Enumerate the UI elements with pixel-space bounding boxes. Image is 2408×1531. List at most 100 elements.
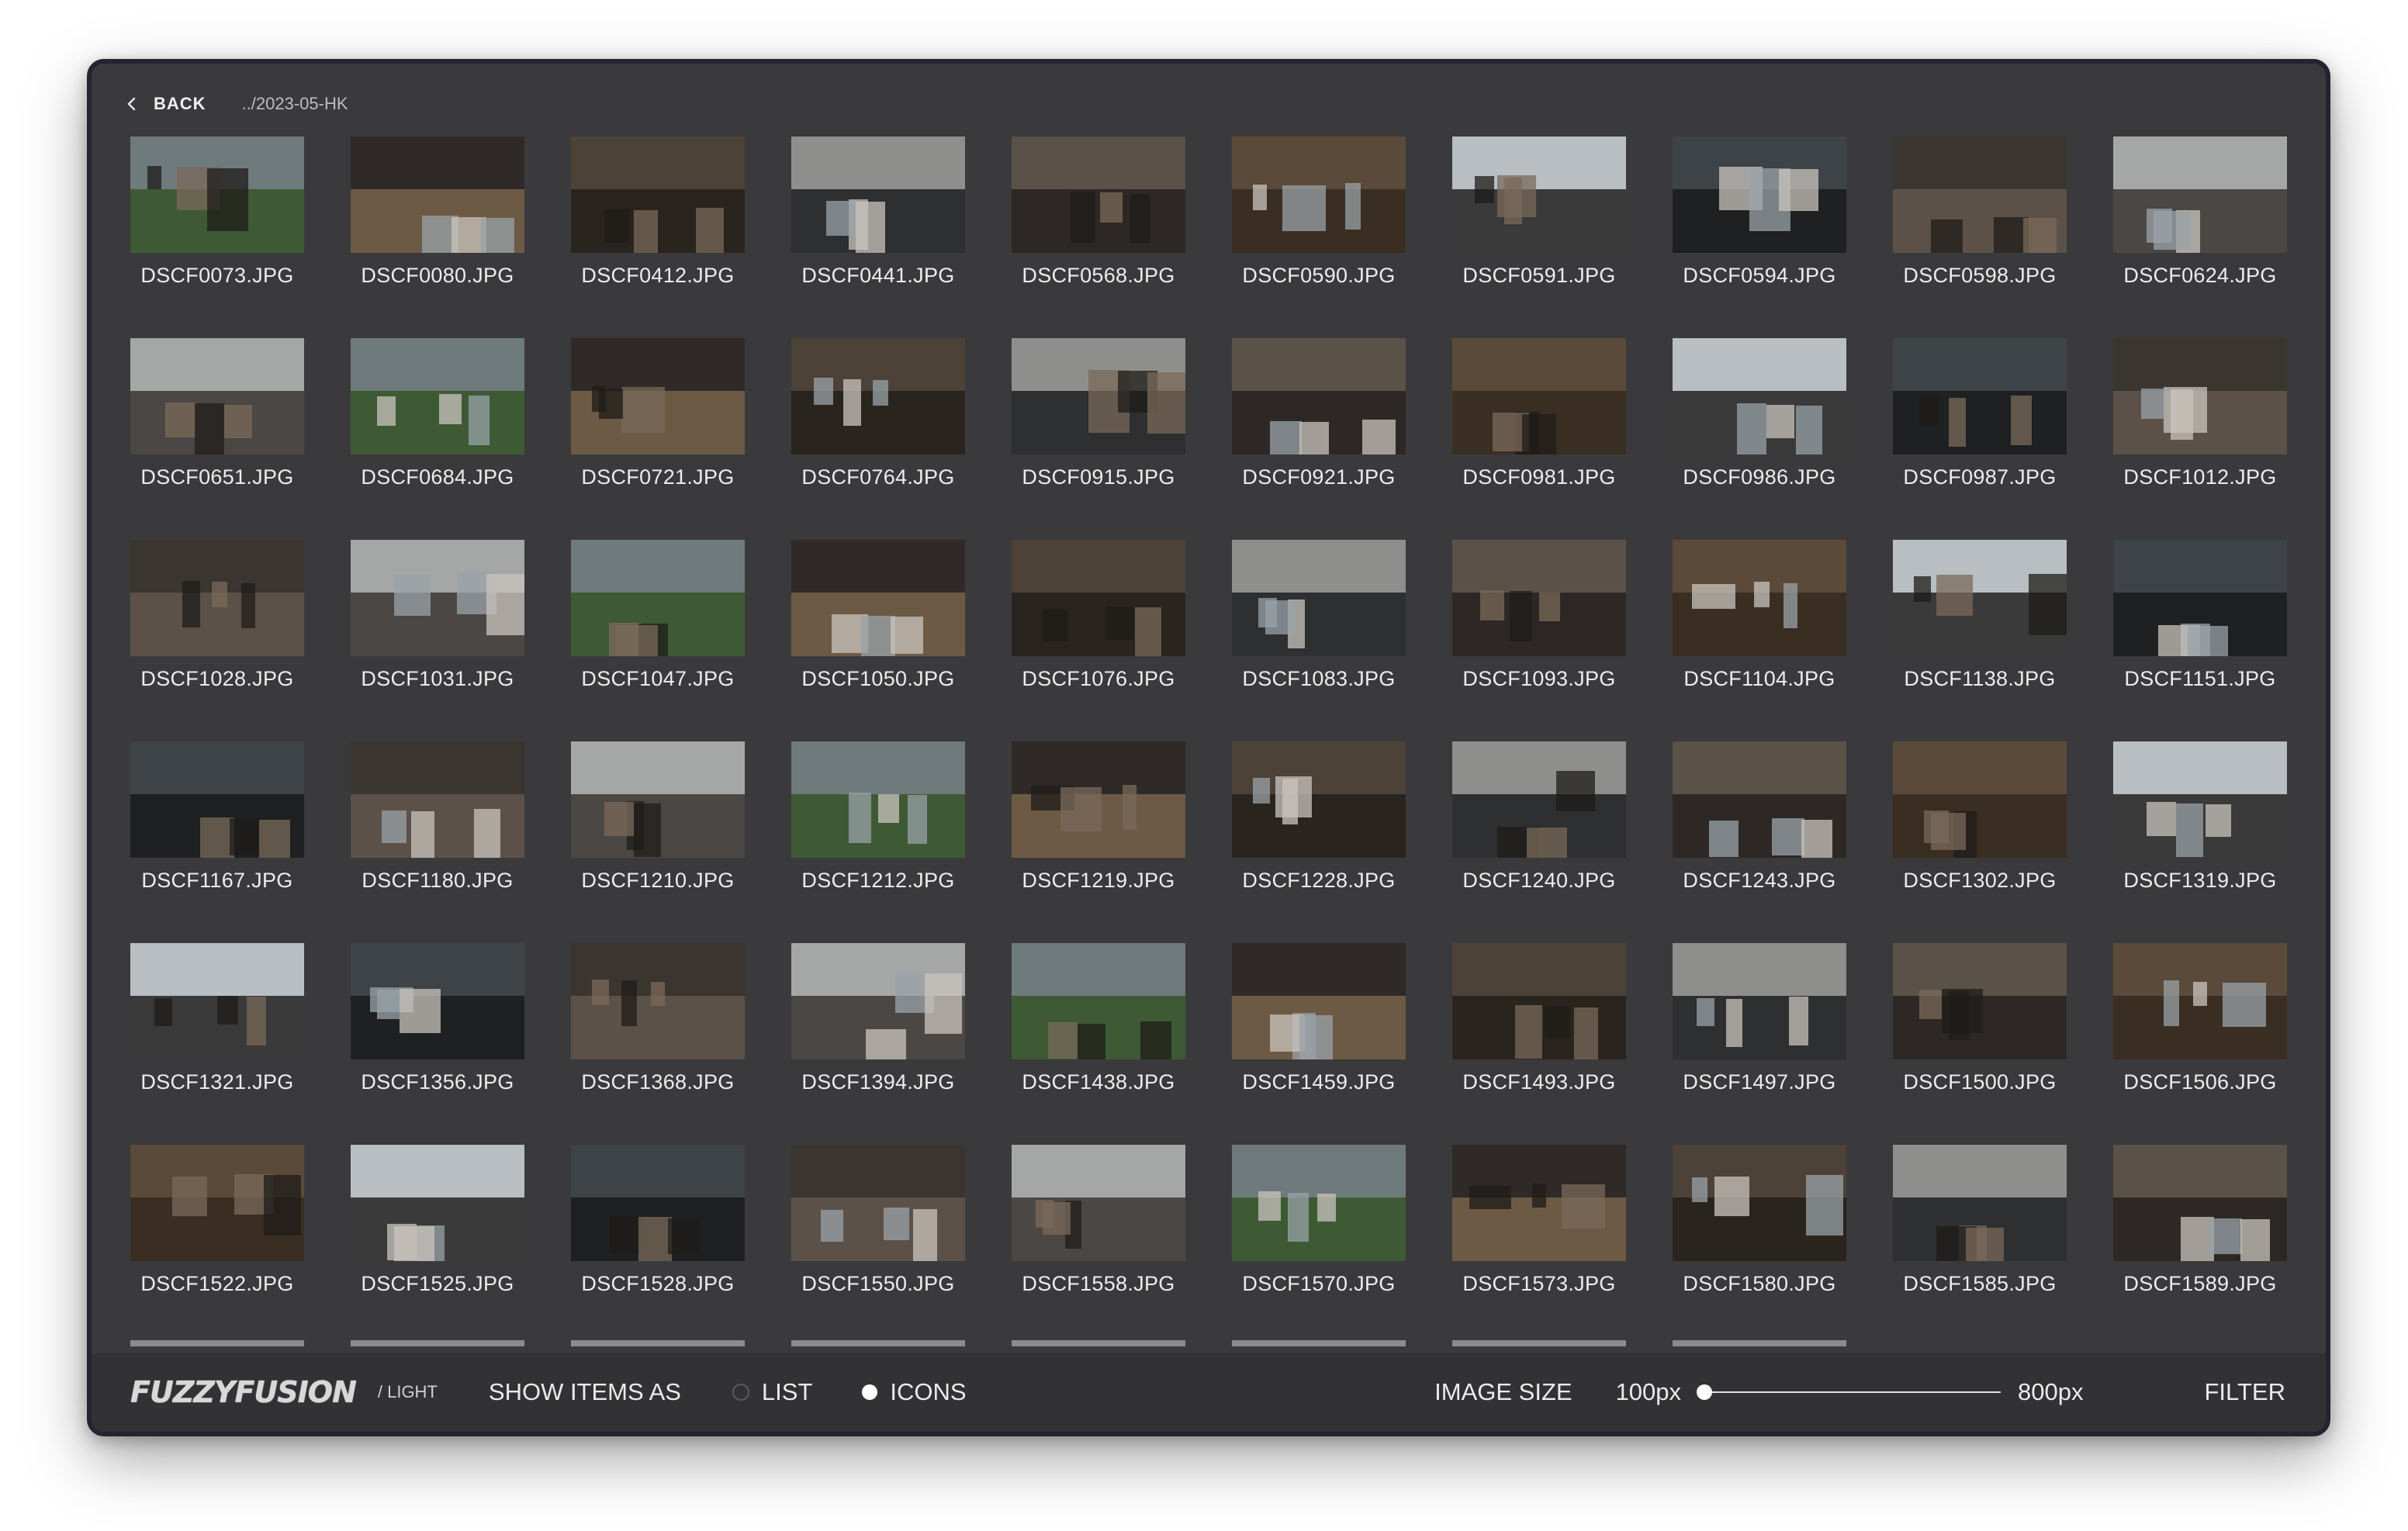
file-name: DSCF0412.JPG: [581, 264, 735, 287]
file-name: DSCF1104.JPG: [1683, 667, 1835, 690]
thumbnail-tile[interactable]: DSCF1031.JPG: [351, 540, 524, 741]
thumbnail-tile[interactable]: DSCF1580.JPG: [1673, 1145, 1846, 1346]
thumbnail-tile[interactable]: DSCF1585.JPG: [1893, 1145, 2067, 1346]
photo-thumbnail: [791, 741, 965, 858]
thumbnail-tile[interactable]: DSCF1356.JPG: [351, 943, 524, 1145]
thumbnail-tile[interactable]: DSCF1570.JPG: [1232, 1145, 1406, 1346]
thumbnail-tile[interactable]: DSCF1500.JPG: [1893, 943, 2067, 1145]
photo-thumbnail: [791, 137, 965, 253]
thumbnail-tile[interactable]: DSCF1558.JPG: [1012, 1145, 1185, 1346]
thumbnail-tile[interactable]: DSCF0412.JPG: [571, 137, 745, 338]
thumbnail-tile[interactable]: DSCF1210.JPG: [571, 741, 745, 943]
thumbnail-tile[interactable]: DSCF1228.JPG: [1232, 741, 1406, 943]
thumbnail-tile[interactable]: DSCF1589.JPG: [2113, 1145, 2287, 1346]
thumbnail-tile[interactable]: DSCF1573.JPG: [1452, 1145, 1626, 1346]
thumbnail-tile[interactable]: DSCF1506.JPG: [2113, 943, 2287, 1145]
thumbnail-tile[interactable]: DSCF1525.JPG: [351, 1145, 524, 1346]
thumbnail-tile[interactable]: DSCF0986.JPG: [1673, 338, 1846, 540]
thumbnail-tile[interactable]: DSCF0594.JPG: [1673, 137, 1846, 338]
thumbnail-tile[interactable]: DSCF0080.JPG: [351, 137, 524, 338]
thumbnail-tile[interactable]: DSCF1028.JPG: [130, 540, 304, 741]
photo-thumbnail: [2113, 1145, 2287, 1261]
thumbnail-tile[interactable]: DSCF0568.JPG: [1012, 137, 1185, 338]
thumbnail-tile[interactable]: DSCF1083.JPG: [1232, 540, 1406, 741]
filter-button[interactable]: FILTER: [2205, 1378, 2286, 1406]
thumbnail-tile[interactable]: DSCF0915.JPG: [1012, 338, 1185, 540]
thumbnail-tile[interactable]: DSCF1243.JPG: [1673, 741, 1846, 943]
thumbnail-tile[interactable]: DSCF1012.JPG: [2113, 338, 2287, 540]
thumbnail-tile[interactable]: DSCF1076.JPG: [1012, 540, 1185, 741]
thumbnail-tile[interactable]: DSCF0684.JPG: [351, 338, 524, 540]
image-size-slider[interactable]: [1697, 1384, 2001, 1400]
photo-thumbnail: [791, 943, 965, 1059]
image-size-max: 800px: [2018, 1378, 2084, 1405]
photo-thumbnail: [1452, 338, 1626, 454]
file-name: DSCF0684.JPG: [361, 465, 514, 489]
thumbnail-tile[interactable]: DSCF0981.JPG: [1452, 338, 1626, 540]
thumbnail-tile[interactable]: DSCF1394.JPG: [791, 943, 965, 1145]
thumbnail-tile[interactable]: DSCF1219.JPG: [1012, 741, 1185, 943]
thumbnail-tile[interactable]: DSCF1528.JPG: [571, 1145, 745, 1346]
file-name: DSCF0987.JPG: [1903, 465, 2057, 489]
thumbnail-tile[interactable]: DSCF1050.JPG: [791, 540, 965, 741]
back-button[interactable]: BACK: [121, 93, 206, 115]
thumbnail-tile[interactable]: DSCF1138.JPG: [1893, 540, 2067, 741]
file-name: DSCF1228.JPG: [1242, 869, 1396, 892]
thumbnail-tile[interactable]: DSCF0921.JPG: [1232, 338, 1406, 540]
file-name: DSCF0073.JPG: [140, 264, 294, 287]
file-name: DSCF1031.JPG: [361, 667, 514, 690]
photo-thumbnail-partial: [1012, 1340, 1185, 1346]
thumbnail-tile[interactable]: DSCF0764.JPG: [791, 338, 965, 540]
thumbnail-tile[interactable]: DSCF0073.JPG: [130, 137, 304, 338]
file-name: DSCF1151.JPG: [2124, 667, 2276, 690]
file-name: DSCF1459.JPG: [1242, 1070, 1396, 1094]
file-name: DSCF1573.JPG: [1462, 1272, 1616, 1295]
file-name: DSCF0915.JPG: [1022, 465, 1175, 489]
photo-thumbnail: [130, 338, 304, 454]
view-option-icons[interactable]: ICONS: [862, 1378, 967, 1406]
thumbnail-tile[interactable]: DSCF1497.JPG: [1673, 943, 1846, 1145]
thumbnail-grid: DSCF0073.JPG DSCF0080.JPG DSCF0412.JPG DSCF…: [130, 137, 2287, 1346]
view-option-list[interactable]: LIST: [732, 1378, 812, 1406]
photo-thumbnail: [1673, 540, 1846, 656]
photo-thumbnail-partial: [1452, 1340, 1626, 1346]
thumbnail-tile[interactable]: DSCF1550.JPG: [791, 1145, 965, 1346]
thumbnail-tile[interactable]: DSCF1093.JPG: [1452, 540, 1626, 741]
thumbnail-tile[interactable]: DSCF1459.JPG: [1232, 943, 1406, 1145]
thumbnail-tile[interactable]: DSCF1151.JPG: [2113, 540, 2287, 741]
file-name: DSCF1356.JPG: [361, 1070, 514, 1094]
theme-toggle[interactable]: / LIGHT: [378, 1382, 438, 1402]
thumbnail-tile[interactable]: DSCF0624.JPG: [2113, 137, 2287, 338]
thumbnail-tile[interactable]: DSCF1047.JPG: [571, 540, 745, 741]
thumbnail-tile[interactable]: DSCF1321.JPG: [130, 943, 304, 1145]
thumbnail-tile[interactable]: DSCF1180.JPG: [351, 741, 524, 943]
photo-thumbnail: [1452, 741, 1626, 858]
thumbnail-tile[interactable]: DSCF1368.JPG: [571, 943, 745, 1145]
thumbnail-tile[interactable]: DSCF1319.JPG: [2113, 741, 2287, 943]
thumbnail-tile[interactable]: DSCF1240.JPG: [1452, 741, 1626, 943]
thumbnail-tile[interactable]: DSCF0598.JPG: [1893, 137, 2067, 338]
photo-thumbnail: [1452, 1145, 1626, 1261]
thumbnail-tile[interactable]: DSCF0651.JPG: [130, 338, 304, 540]
thumbnail-tile[interactable]: DSCF0591.JPG: [1452, 137, 1626, 338]
thumbnail-tile[interactable]: DSCF1167.JPG: [130, 741, 304, 943]
photo-thumbnail: [130, 1145, 304, 1261]
photo-thumbnail: [1893, 137, 2067, 253]
file-name: DSCF0624.JPG: [2123, 264, 2277, 287]
photo-thumbnail-partial: [351, 1340, 524, 1346]
file-name: DSCF1076.JPG: [1022, 667, 1175, 690]
thumbnail-tile[interactable]: DSCF1302.JPG: [1893, 741, 2067, 943]
photo-thumbnail: [1232, 1145, 1406, 1261]
thumbnail-tile[interactable]: DSCF1522.JPG: [130, 1145, 304, 1346]
file-name: DSCF1585.JPG: [1903, 1272, 2057, 1295]
thumbnail-tile[interactable]: DSCF0441.JPG: [791, 137, 965, 338]
thumbnail-tile[interactable]: DSCF1493.JPG: [1452, 943, 1626, 1145]
thumbnail-tile[interactable]: DSCF1104.JPG: [1673, 540, 1846, 741]
thumbnail-tile[interactable]: DSCF1438.JPG: [1012, 943, 1185, 1145]
slider-handle[interactable]: [1697, 1384, 1713, 1400]
thumbnail-tile[interactable]: DSCF0721.JPG: [571, 338, 745, 540]
thumbnail-tile[interactable]: DSCF0987.JPG: [1893, 338, 2067, 540]
thumbnail-tile[interactable]: DSCF1212.JPG: [791, 741, 965, 943]
file-name: DSCF1321.JPG: [140, 1070, 294, 1094]
thumbnail-tile[interactable]: DSCF0590.JPG: [1232, 137, 1406, 338]
